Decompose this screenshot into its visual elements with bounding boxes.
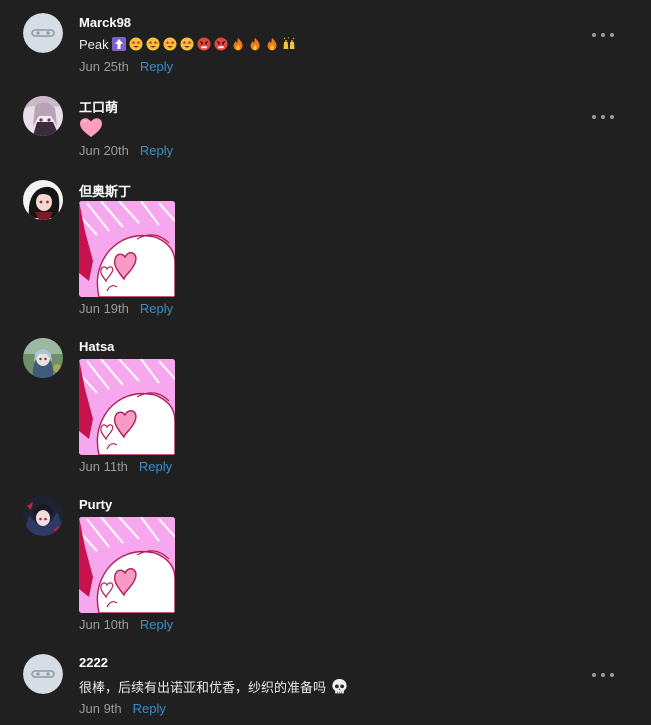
raised-hands-emoji [282, 37, 296, 51]
username[interactable]: 工口萌 [79, 97, 118, 116]
fire-emoji [231, 37, 245, 51]
reply-button[interactable]: Reply [140, 617, 173, 632]
username[interactable]: 但奥斯丁 [79, 181, 131, 200]
heart-hands-sticker [79, 517, 175, 613]
reply-button[interactable]: Reply [140, 143, 173, 158]
reply-button[interactable]: Reply [139, 459, 172, 474]
comment-item: 但奥斯丁 Jun 19th Reply [0, 180, 651, 320]
reply-button[interactable]: Reply [133, 701, 166, 716]
dot-icon [592, 115, 596, 119]
comment-date: Jun 20th [79, 143, 129, 158]
dot-icon [601, 115, 605, 119]
more-options-button[interactable] [592, 667, 614, 683]
more-options-button[interactable] [592, 109, 614, 125]
default-avatar[interactable] [23, 654, 63, 694]
comment-text-content: Peak [79, 36, 109, 52]
username[interactable]: Marck98 [79, 15, 131, 30]
comment-date: Jun 25th [79, 59, 129, 74]
fire-emoji [248, 37, 262, 51]
comment-text-content: 很棒，后续有出诺亚和优香，纱织的准备吗 [79, 679, 327, 695]
star-struck-emoji [129, 37, 143, 51]
comment-date: Jun 9th [79, 701, 122, 716]
comment-item: 工口萌 Jun 20th Reply [0, 96, 651, 166]
star-struck-emoji [163, 37, 177, 51]
username[interactable]: Hatsa [79, 339, 114, 354]
comment-meta: Jun 11th Reply [79, 459, 172, 474]
comment-text: 很棒，后续有出诺亚和优香，纱织的准备吗 [79, 677, 348, 695]
rage-emoji [197, 37, 211, 51]
star-struck-emoji [180, 37, 194, 51]
dot-icon [601, 673, 605, 677]
rage-emoji [214, 37, 228, 51]
comment-date: Jun 19th [79, 301, 129, 316]
dot-icon [610, 673, 614, 677]
comment-item: Hatsa Jun 11th Reply [0, 338, 651, 478]
dot-icon [592, 33, 596, 37]
default-avatar[interactable] [23, 13, 63, 53]
comment-meta: Jun 20th Reply [79, 143, 173, 158]
dot-icon [610, 115, 614, 119]
emoji-row [331, 678, 348, 695]
username[interactable]: 2222 [79, 655, 108, 670]
up-arrow-emoji [111, 37, 126, 51]
skull-emoji [331, 678, 348, 695]
comment-item: 2222 很棒，后续有出诺亚和优香，纱织的准备吗 Jun 9th Reply [0, 654, 651, 722]
pink-heart-emoji [79, 117, 103, 139]
emoji-row [111, 37, 296, 51]
comment-text [79, 116, 103, 140]
heart-hands-sticker [79, 359, 175, 455]
reply-button[interactable]: Reply [140, 301, 173, 316]
avatar[interactable] [23, 96, 63, 136]
avatar[interactable] [23, 338, 63, 378]
comment-meta: Jun 25th Reply [79, 59, 173, 74]
comment-item: Marck98 Peak Jun 25th Reply [0, 13, 651, 83]
comment-date: Jun 11th [79, 459, 128, 474]
reply-button[interactable]: Reply [140, 59, 173, 74]
comment-text: Peak [79, 36, 296, 52]
fire-emoji [265, 37, 279, 51]
dot-icon [610, 33, 614, 37]
comment-meta: Jun 19th Reply [79, 301, 173, 316]
dot-icon [601, 33, 605, 37]
heart-hands-sticker [79, 201, 175, 297]
avatar[interactable] [23, 180, 63, 220]
star-struck-emoji [146, 37, 160, 51]
comment-date: Jun 10th [79, 617, 129, 632]
comment-meta: Jun 9th Reply [79, 701, 166, 716]
dot-icon [592, 673, 596, 677]
username[interactable]: Purty [79, 497, 112, 512]
comment-item: Purty Jun 10th Reply [0, 496, 651, 636]
more-options-button[interactable] [592, 27, 614, 43]
avatar[interactable] [23, 496, 63, 536]
comment-meta: Jun 10th Reply [79, 617, 173, 632]
